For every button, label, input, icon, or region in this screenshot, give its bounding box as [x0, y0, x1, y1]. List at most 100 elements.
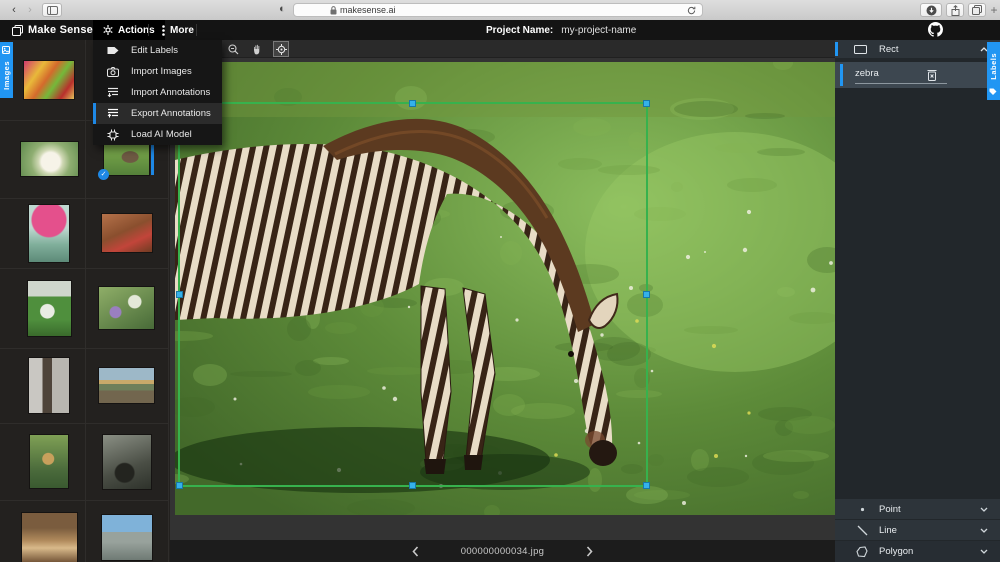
annotation-canvas[interactable] — [175, 62, 835, 515]
thumbnail-horse-on-lawn[interactable] — [13, 268, 85, 348]
tag-icon — [989, 88, 997, 96]
bbox-handle-top-center[interactable] — [409, 100, 416, 107]
divider — [196, 24, 197, 36]
tab-images[interactable]: Images — [0, 42, 13, 98]
thumbnail-garden-flowers[interactable] — [85, 268, 168, 348]
divider — [148, 24, 149, 36]
crosshair-icon[interactable] — [273, 41, 289, 57]
chevron-down-icon[interactable] — [980, 528, 988, 533]
thumbnail-dog-in-basket[interactable] — [85, 198, 168, 268]
polygon-section-label: Polygon — [879, 546, 913, 557]
makesense-app-window: ‹ › ◐ makesense.ai + Make Sense — [0, 0, 1000, 562]
logo-text: Make Sense — [28, 24, 93, 36]
rect-section-header[interactable]: Rect — [835, 40, 1000, 58]
menu-item-load-ai-model[interactable]: Load AI Model — [93, 124, 222, 145]
bbox-handle-bottom-right[interactable] — [643, 482, 650, 489]
ai-model-icon — [106, 128, 119, 141]
tab-images-label: Images — [2, 61, 11, 90]
annotated-check-badge: ✓ — [98, 169, 109, 180]
menu-item-edit-labels[interactable]: Edit Labels — [93, 40, 222, 61]
tab-labels-label: Labels — [989, 53, 998, 80]
editor-area: 000000000034.jpg — [170, 40, 835, 562]
layers-icon — [12, 25, 23, 36]
thumbnail-skatepark[interactable] — [85, 500, 168, 562]
image-icon — [2, 46, 10, 54]
line-section-label: Line — [879, 525, 897, 536]
polygon-section-header[interactable]: Polygon — [835, 541, 1000, 562]
camera-icon — [106, 65, 119, 78]
more-label: More — [170, 25, 194, 36]
url-text: makesense.ai — [340, 5, 396, 15]
github-icon[interactable] — [928, 22, 943, 42]
thumbnail-train-tracks[interactable] — [85, 348, 168, 423]
make-sense-logo[interactable]: Make Sense — [12, 20, 93, 40]
point-section-header[interactable]: Point — [835, 499, 1000, 519]
annotation-row-zebra[interactable]: zebra — [835, 62, 1000, 88]
browser-toolbar: ‹ › ◐ makesense.ai + — [0, 0, 1000, 20]
menu-item-export-annotations[interactable]: Export Annotations — [93, 103, 222, 124]
bbox-handle-mid-left[interactable] — [176, 291, 183, 298]
app-header: Make Sense Actions More Project Name: my… — [0, 20, 1000, 40]
browser-back-icon[interactable]: ‹ — [8, 3, 20, 17]
tab-labels[interactable]: Labels — [987, 42, 1000, 100]
image-navigation-bar: 000000000034.jpg — [170, 540, 835, 562]
selected-annotation-bar — [840, 64, 843, 86]
menu-item-label: Import Annotations — [131, 87, 210, 98]
thumbnail-bicycle[interactable] — [85, 423, 168, 500]
thumbnail-giraffes[interactable] — [13, 423, 85, 500]
active-section-bar — [835, 42, 838, 56]
bbox-handle-mid-right[interactable] — [643, 291, 650, 298]
line-icon — [855, 525, 869, 536]
pan-hand-icon[interactable] — [249, 41, 265, 57]
bounding-box-zebra[interactable] — [178, 102, 648, 487]
actions-dropdown-menu: Edit Labels Import Images Import Annotat… — [93, 40, 222, 145]
sidebar-toggle-icon[interactable] — [42, 3, 62, 17]
browser-forward-icon[interactable]: › — [24, 3, 36, 17]
point-icon — [855, 507, 869, 512]
thumbnail-white-bird-statue[interactable] — [13, 120, 85, 198]
actions-label: Actions — [118, 25, 155, 36]
selected-indicator-bar — [151, 144, 154, 175]
tag-icon — [106, 44, 119, 57]
menu-item-label: Import Images — [131, 66, 192, 77]
thumbnail-lunch-tray[interactable] — [13, 40, 85, 120]
bbox-handle-bottom-center[interactable] — [409, 482, 416, 489]
chevron-down-icon[interactable] — [980, 507, 988, 512]
prev-image-button[interactable] — [412, 546, 419, 557]
lock-icon — [330, 6, 337, 15]
thumbnail-street-clock[interactable] — [13, 348, 85, 423]
menu-item-import-images[interactable]: Import Images — [93, 61, 222, 82]
thumbnail-dog-on-street[interactable] — [13, 500, 85, 562]
rect-section-label: Rect — [879, 44, 899, 55]
downloads-icon[interactable] — [920, 3, 942, 17]
polygon-icon — [855, 546, 869, 558]
project-name-label: Project Name: — [486, 25, 553, 36]
chevron-down-icon[interactable] — [980, 549, 988, 554]
address-bar[interactable]: makesense.ai — [293, 3, 703, 17]
tabs-icon[interactable] — [968, 3, 986, 17]
bbox-handle-top-right[interactable] — [643, 100, 650, 107]
rect-icon — [853, 45, 867, 54]
line-section-header[interactable]: Line — [835, 520, 1000, 540]
share-icon[interactable] — [946, 3, 964, 17]
menu-item-import-annotations[interactable]: Import Annotations — [93, 82, 222, 103]
refresh-icon[interactable] — [687, 6, 696, 15]
point-section-label: Point — [879, 504, 901, 515]
ellipsis-icon — [162, 25, 165, 36]
labels-panel: Rect zebra Point Line Polygon — [835, 40, 1000, 562]
gear-icon — [103, 25, 113, 35]
bbox-handle-bottom-left[interactable] — [176, 482, 183, 489]
export-annotations-icon — [106, 107, 119, 120]
import-annotations-icon — [106, 86, 119, 99]
current-image-filename: 000000000034.jpg — [461, 546, 545, 557]
project-name-value[interactable]: my-project-name — [561, 25, 636, 36]
new-tab-icon[interactable]: + — [988, 3, 1000, 17]
menu-item-label: Export Annotations — [131, 108, 211, 119]
next-image-button[interactable] — [586, 546, 593, 557]
thumbnail-woman-pink-umbrella[interactable] — [13, 198, 85, 268]
privacy-icon[interactable]: ◐ — [279, 3, 286, 15]
menu-item-label: Load AI Model — [131, 129, 192, 140]
zoom-icon[interactable] — [225, 41, 241, 57]
trash-icon[interactable] — [927, 69, 937, 84]
menu-item-label: Edit Labels — [131, 45, 178, 56]
